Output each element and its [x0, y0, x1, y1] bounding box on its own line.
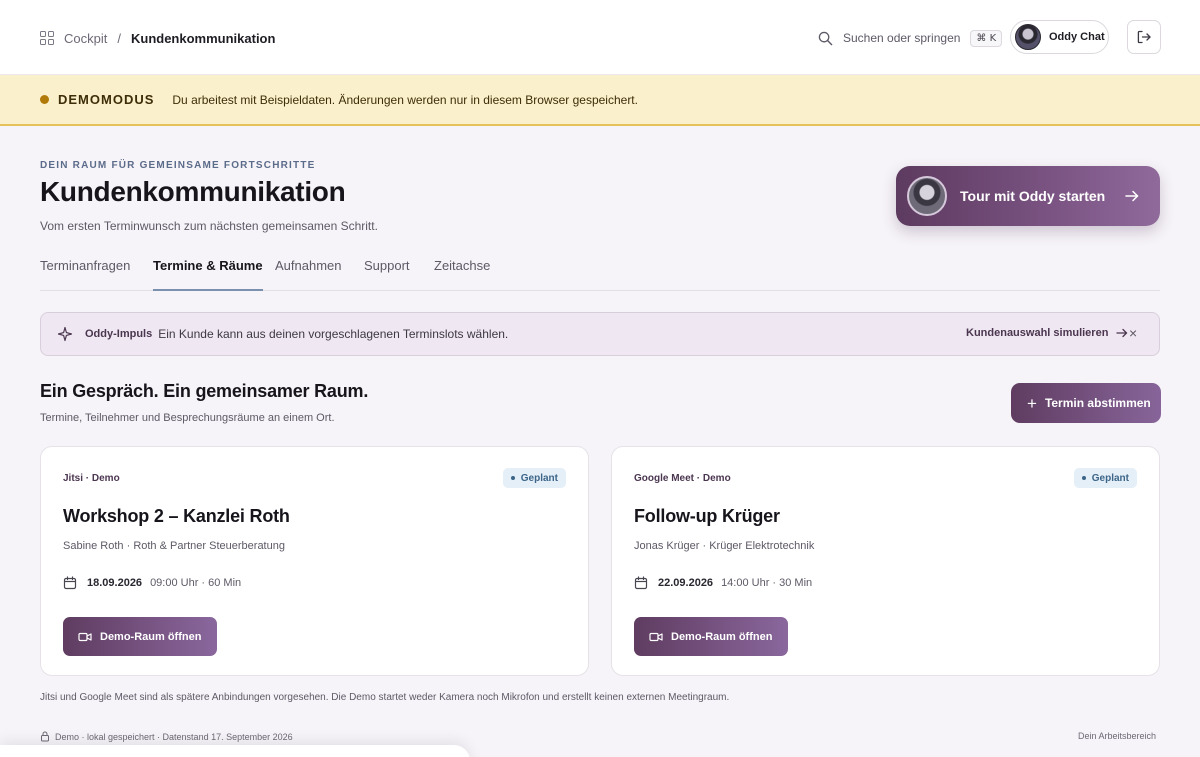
impulse-title: Oddy-Impuls	[85, 328, 153, 340]
sparkle-icon	[57, 326, 73, 342]
start-tour-label: Tour mit Oddy starten	[960, 188, 1106, 204]
meeting-schedule: 22.09.2026 14:00 Uhr · 30 Min	[634, 576, 812, 590]
tab-support[interactable]: Support	[364, 258, 410, 291]
arrow-right-icon	[1125, 190, 1139, 202]
status-label: Geplant	[520, 472, 558, 484]
meeting-provider: Google Meet · Demo	[634, 473, 731, 484]
oddy-impulse-card: Oddy-Impuls Ein Kunde kann aus deinen vo…	[40, 312, 1160, 356]
breadcrumb: Cockpit / Kundenkommunikation	[40, 29, 275, 47]
meeting-time: 14:00 Uhr · 30 Min	[721, 577, 813, 589]
impulse-text: Ein Kunde kann aus deinen vorgeschlagene…	[158, 327, 509, 341]
video-camera-icon	[78, 632, 92, 641]
open-demo-room-label: Demo-Raum öffnen	[100, 630, 202, 643]
calendar-icon	[63, 576, 77, 590]
meeting-date: 22.09.2026	[658, 577, 714, 589]
section-tabs: Terminanfragen Termine & Räume Aufnahmen…	[40, 258, 1160, 291]
search-shortcut: ⌘ K	[970, 29, 1003, 47]
start-tour-button[interactable]: Tour mit Oddy starten	[896, 166, 1160, 226]
calendar-icon	[634, 576, 648, 590]
oddy-chat-label: Oddy Chat	[1049, 31, 1105, 43]
section-title: Ein Gespräch. Ein gemeinsamer Raum.	[40, 381, 369, 401]
meeting-card: Jitsi · Demo Geplant Workshop 2 – Kanzle…	[40, 446, 589, 676]
search-label: Suchen oder springen	[843, 31, 961, 45]
oddy-avatar	[907, 176, 947, 216]
section-subtitle: Termine, Teilnehmer und Besprechungsräum…	[40, 412, 335, 424]
top-bar: Cockpit / Kundenkommunikation Suchen ode…	[0, 0, 1200, 75]
page-subtitle: Vom ersten Terminwunsch zum nächsten gem…	[40, 219, 378, 233]
status-dot	[1081, 476, 1086, 480]
meeting-title: Workshop 2 – Kanzlei Roth	[63, 506, 290, 526]
status-badge: Geplant	[1073, 468, 1137, 488]
tab-terminanfragen[interactable]: Terminanfragen	[40, 258, 130, 291]
search-trigger[interactable]: Suchen oder springen ⌘ K	[818, 27, 1003, 49]
meeting-participants: Sabine Roth · Roth & Partner Steuerberat…	[63, 540, 285, 552]
demo-status-dot	[40, 95, 49, 104]
video-camera-icon	[649, 632, 663, 641]
search-icon	[818, 31, 833, 45]
meeting-title: Follow-up Krüger	[634, 506, 780, 526]
meeting-date: 18.09.2026	[87, 577, 143, 589]
demo-mode-banner: DEMOMODUS Du arbeitest mit Beispieldaten…	[0, 75, 1200, 126]
meeting-participants: Jonas Krüger · Krüger Elektrotechnik	[634, 540, 815, 552]
oddy-avatar	[1015, 24, 1041, 50]
simulate-customer-choice-link[interactable]: Kundenauswahl simulieren	[966, 327, 1128, 339]
breadcrumb-separator: /	[117, 30, 121, 46]
schedule-meeting-label: Termin abstimmen	[1044, 396, 1151, 410]
bottom-sheet-edge	[0, 745, 470, 757]
status-dot	[510, 476, 515, 480]
integration-note: Jitsi und Google Meet sind als spätere A…	[40, 692, 730, 703]
breadcrumb-root-link[interactable]: Cockpit	[64, 31, 107, 46]
arrow-right-icon	[1116, 328, 1128, 338]
tab-aufnahmen[interactable]: Aufnahmen	[275, 258, 342, 291]
open-demo-room-button[interactable]: Demo-Raum öffnen	[63, 617, 217, 656]
status-label: Geplant	[1091, 472, 1129, 484]
tab-termine-raeume[interactable]: Termine & Räume	[153, 258, 263, 291]
lock-icon	[41, 731, 49, 742]
status-badge: Geplant	[502, 468, 566, 488]
footer-status-text: Demo · lokal gespeichert · Datenstand 17…	[55, 731, 293, 742]
footer-workspace-link[interactable]: Dein Arbeitsbereich	[1078, 731, 1156, 741]
schedule-meeting-button[interactable]: + Termin abstimmen	[1011, 383, 1161, 423]
oddy-chat-button[interactable]: Oddy Chat	[1010, 20, 1109, 54]
open-demo-room-button[interactable]: Demo-Raum öffnen	[634, 617, 788, 656]
breadcrumb-current: Kundenkommunikation	[130, 30, 276, 46]
meeting-time: 09:00 Uhr · 60 Min	[150, 577, 242, 589]
logout-icon	[1137, 30, 1151, 44]
page-eyebrow: DEIN RAUM FÜR GEMEINSAME FORTSCHRITTE	[40, 160, 316, 171]
close-icon[interactable]: ×	[1129, 325, 1137, 341]
demo-mode-tag: DEMOMODUS	[58, 92, 155, 107]
page-title: Kundenkommunikation	[40, 176, 346, 207]
meeting-schedule: 18.09.2026 09:00 Uhr · 60 Min	[63, 576, 241, 590]
plus-icon: +	[1027, 393, 1037, 413]
simulate-customer-choice-label: Kundenauswahl simulieren	[966, 327, 1109, 339]
tab-zeitachse[interactable]: Zeitachse	[434, 258, 490, 291]
footer-status: Demo · lokal gespeichert · Datenstand 17…	[40, 731, 293, 742]
meeting-provider: Jitsi · Demo	[63, 473, 120, 484]
logout-button[interactable]	[1127, 20, 1161, 54]
open-demo-room-label: Demo-Raum öffnen	[671, 630, 773, 643]
demo-mode-message: Du arbeitest mit Beispieldaten. Änderung…	[172, 92, 638, 107]
apps-grid-icon[interactable]	[40, 31, 54, 45]
meeting-card: Google Meet · Demo Geplant Follow-up Krü…	[611, 446, 1160, 676]
